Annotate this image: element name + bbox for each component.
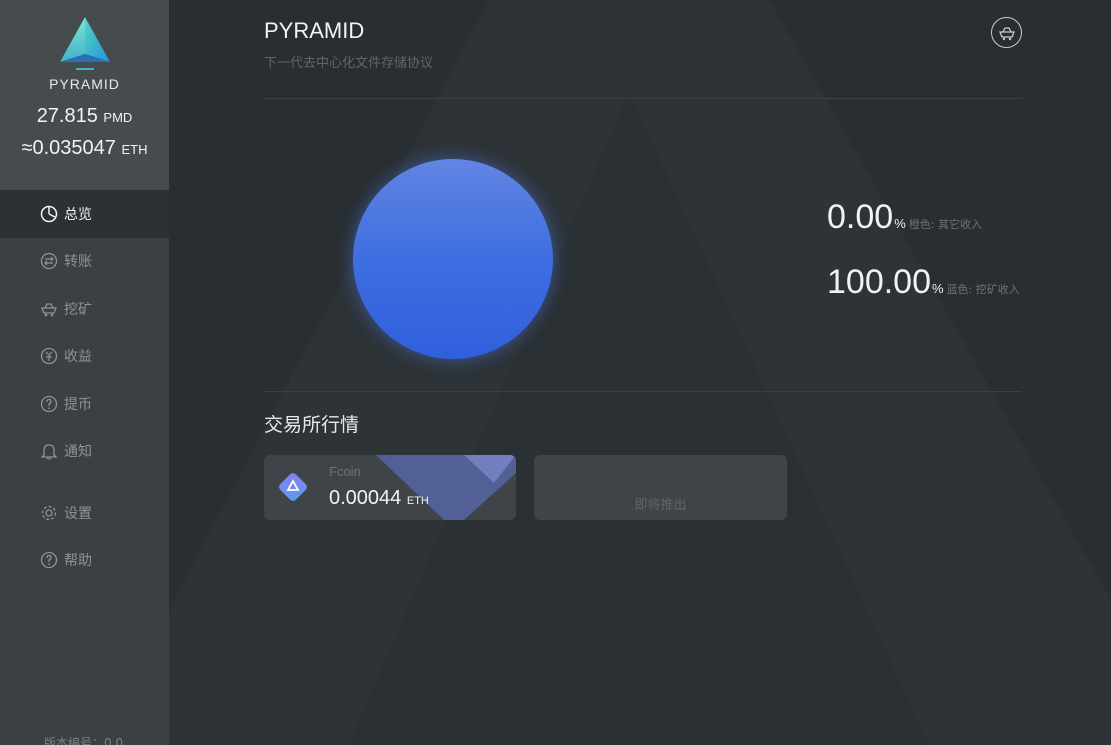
stat-mining-income: 100.00% 蓝色: 挖矿收入: [827, 263, 1020, 302]
gear-icon: [40, 504, 58, 522]
page-title: PYRAMID: [264, 18, 365, 43]
coming-soon-label: 即将推出: [634, 498, 687, 513]
sidebar: PYRAMID 27.815 PMD ≈0.035047 ETH 总览 转账 挖…: [0, 0, 169, 745]
sidebar-item-settings[interactable]: 设置: [0, 489, 169, 537]
withdraw-icon: [40, 395, 58, 413]
sidebar-item-withdraw[interactable]: 提币: [0, 380, 169, 428]
sidebar-item-mining[interactable]: 挖矿: [0, 285, 169, 333]
sidebar-item-label: 总览: [64, 206, 92, 223]
bell-icon: [40, 442, 58, 460]
market-card-coming-soon: 即将推出: [534, 455, 787, 520]
market-card-fcoin[interactable]: Fcoin 0.00044 ETH: [264, 455, 516, 520]
stat-other-income: 0.00% 橙色: 其它收入: [827, 198, 982, 237]
page-subtitle: 下一代去中心化文件存储协议: [264, 56, 434, 71]
sidebar-item-transfer[interactable]: 转账: [0, 238, 169, 286]
stat-mining-label: 蓝色: 挖矿收入: [946, 283, 1020, 296]
eth-unit: ETH: [121, 142, 148, 157]
sidebar-item-label: 转账: [64, 254, 92, 271]
help-icon: [40, 551, 58, 569]
stat-mining-pct: %: [932, 281, 944, 296]
stat-other-label: 橙色: 其它收入: [908, 218, 982, 231]
background-pyramid-icon: [169, 0, 1111, 745]
brand-name: PYRAMID: [49, 76, 120, 92]
nav-spacer: [0, 475, 169, 489]
exchange-price-unit: ETH: [406, 495, 429, 507]
sidebar-nav: 总览 转账 挖矿 收益 提币 通知 设置 帮助: [0, 190, 169, 584]
fcoin-diamond-icon: [279, 473, 307, 501]
pie-slice-mining: [353, 159, 553, 359]
pyramid-logo-icon: [59, 17, 110, 70]
brand-panel: PYRAMID 27.815 PMD ≈0.035047 ETH: [0, 0, 169, 190]
section-divider: [264, 391, 1022, 392]
eth-balance: ≈0.035047 ETH: [22, 137, 148, 161]
sidebar-item-help[interactable]: 帮助: [0, 537, 169, 585]
pmd-unit: PMD: [103, 110, 133, 125]
coin-icon: [40, 347, 58, 365]
sidebar-item-label: 设置: [64, 505, 92, 522]
sidebar-item-notifications[interactable]: 通知: [0, 428, 169, 476]
income-pie-chart: [353, 159, 553, 359]
header-divider: [264, 98, 1022, 99]
mining-cart-icon: [40, 300, 58, 318]
pmd-balance: 27.815 PMD: [37, 105, 133, 129]
main-panel: PYRAMID 下一代去中心化文件存储协议 0.00% 橙色: 其它收入 100.…: [169, 0, 1111, 745]
stat-other-value: 0.00: [827, 198, 894, 236]
sidebar-item-label: 帮助: [64, 553, 92, 570]
exchange-name: Fcoin: [329, 464, 361, 479]
sidebar-item-label: 挖矿: [64, 301, 92, 318]
transfer-icon: [40, 252, 58, 270]
eth-balance-value: ≈0.035047: [21, 137, 116, 159]
pie-chart-icon: [40, 205, 58, 223]
sidebar-item-label: 收益: [64, 349, 92, 366]
pmd-balance-value: 27.815: [36, 105, 98, 127]
stat-mining-value: 100.00: [827, 263, 931, 301]
version-label: 版本编号：0.0: [44, 736, 124, 745]
mining-button[interactable]: [991, 17, 1022, 48]
exchange-price: 0.00044 ETH: [329, 487, 429, 510]
market-section-title: 交易所行情: [264, 414, 360, 436]
stat-other-pct: %: [894, 216, 906, 231]
sidebar-item-earnings[interactable]: 收益: [0, 333, 169, 381]
sidebar-item-label: 通知: [64, 444, 92, 461]
sidebar-item-overview[interactable]: 总览: [0, 190, 169, 238]
mining-cart-icon: [998, 26, 1015, 40]
sidebar-item-label: 提币: [64, 396, 92, 413]
exchange-price-value: 0.00044: [329, 487, 402, 509]
